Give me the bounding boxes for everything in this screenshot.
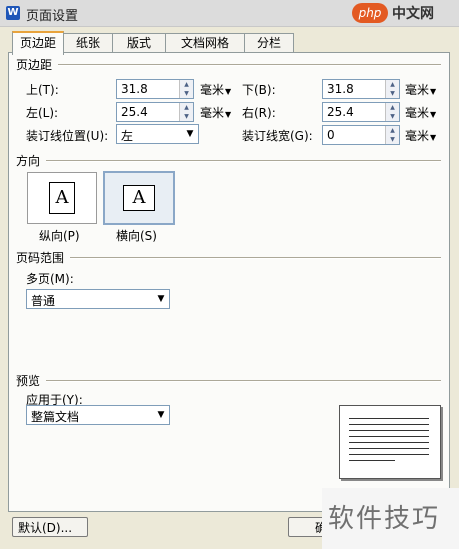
section-margins: 页边距 [16,58,53,72]
preview-line [349,442,429,443]
spin-buttons[interactable]: ▲ ▼ [179,103,193,121]
bottom-margin-value[interactable]: 31.8 [327,82,354,96]
separator [70,257,441,259]
spin-buttons[interactable]: ▲ ▼ [385,80,399,98]
tab-paper[interactable]: 纸张 [63,33,113,53]
right-margin-value[interactable]: 25.4 [327,105,354,119]
chevron-down-icon: ▼ [225,110,232,119]
chevron-down-icon: ▼ [225,87,232,96]
chevron-down-icon[interactable]: ▼ [182,125,198,143]
multiple-pages-value[interactable]: 普通 [31,292,55,309]
gutter-width-label: 装订线宽(G): [242,129,313,143]
bottom-margin-label: 下(B): [242,83,276,97]
wps-writer-icon: W [6,6,20,20]
preview-line [349,448,429,449]
right-margin-spinner[interactable]: 25.4 ▲ ▼ [322,102,400,122]
gutter-width-unit[interactable]: 毫米▼ [405,127,436,144]
right-margin-unit[interactable]: 毫米▼ [405,104,436,121]
php-logo: php [352,3,388,23]
portrait-option[interactable]: A [27,172,97,224]
preview-line [349,424,429,425]
bottom-margin-spinner[interactable]: 31.8 ▲ ▼ [322,79,400,99]
top-margin-label: 上(T): [26,83,59,97]
landscape-option[interactable]: A [103,171,175,225]
tab-doc-grid[interactable]: 文档网格 [165,33,245,53]
chevron-down-icon[interactable]: ▼ [153,406,169,424]
multiple-pages-label: 多页(M): [26,272,74,286]
window-title: 页面设置 [26,9,79,24]
preview-line [349,460,395,461]
tab-layout[interactable]: 版式 [112,33,166,53]
php-watermark: php 中文网 [346,0,459,26]
preview-line [349,454,429,455]
top-margin-spinner[interactable]: 31.8 ▲ ▼ [116,79,194,99]
watermark-text: 软件技巧 [328,504,441,534]
section-page-range: 页码范围 [16,251,65,265]
gutter-position-select[interactable]: 左 ▼ [116,124,199,144]
chevron-down-icon: ▼ [430,110,437,119]
section-orientation: 方向 [16,154,41,168]
gutter-width-value[interactable]: 0 [327,128,335,142]
preview-line [349,418,429,419]
preview-line [349,436,429,437]
left-margin-label: 左(L): [26,106,59,120]
php-site-text: 中文网 [392,6,434,22]
portrait-page-icon: A [49,182,75,214]
top-margin-unit[interactable]: 毫米▼ [200,81,231,98]
multiple-pages-select[interactable]: 普通 ▼ [26,289,170,309]
preview-line [349,430,429,431]
apply-to-select[interactable]: 整篇文档 ▼ [26,405,170,425]
left-margin-value[interactable]: 25.4 [121,105,148,119]
bottom-watermark: 软件技巧 [322,488,459,549]
left-margin-unit[interactable]: 毫米▼ [200,104,231,121]
left-margin-spinner[interactable]: 25.4 ▲ ▼ [116,102,194,122]
section-preview: 预览 [16,374,41,388]
spin-buttons[interactable]: ▲ ▼ [385,103,399,121]
landscape-label[interactable]: 横向(S) [116,227,157,244]
title-bar: W 页面设置 php 中文网 [0,0,459,27]
separator [46,380,441,382]
chevron-down-icon[interactable]: ▼ [153,290,169,308]
gutter-position-value[interactable]: 左 [121,127,133,144]
bottom-margin-unit[interactable]: 毫米▼ [405,81,436,98]
page-preview [339,405,441,479]
chevron-down-icon: ▼ [430,87,437,96]
gutter-position-label: 装订线位置(U): [26,129,109,143]
tab-margins[interactable]: 页边距 [12,31,64,55]
gutter-width-spinner[interactable]: 0 ▲ ▼ [322,125,400,145]
spin-buttons[interactable]: ▲ ▼ [385,126,399,144]
right-margin-label: 右(R): [242,106,276,120]
chevron-down-icon: ▼ [430,133,437,142]
landscape-page-icon: A [123,185,155,211]
default-button[interactable]: 默认(D)... [12,517,88,537]
portrait-label[interactable]: 纵向(P) [39,227,80,244]
spin-buttons[interactable]: ▲ ▼ [179,80,193,98]
tab-columns[interactable]: 分栏 [244,33,294,53]
separator [46,160,441,162]
top-margin-value[interactable]: 31.8 [121,82,148,96]
separator [58,64,441,66]
apply-to-value[interactable]: 整篇文档 [31,408,79,425]
